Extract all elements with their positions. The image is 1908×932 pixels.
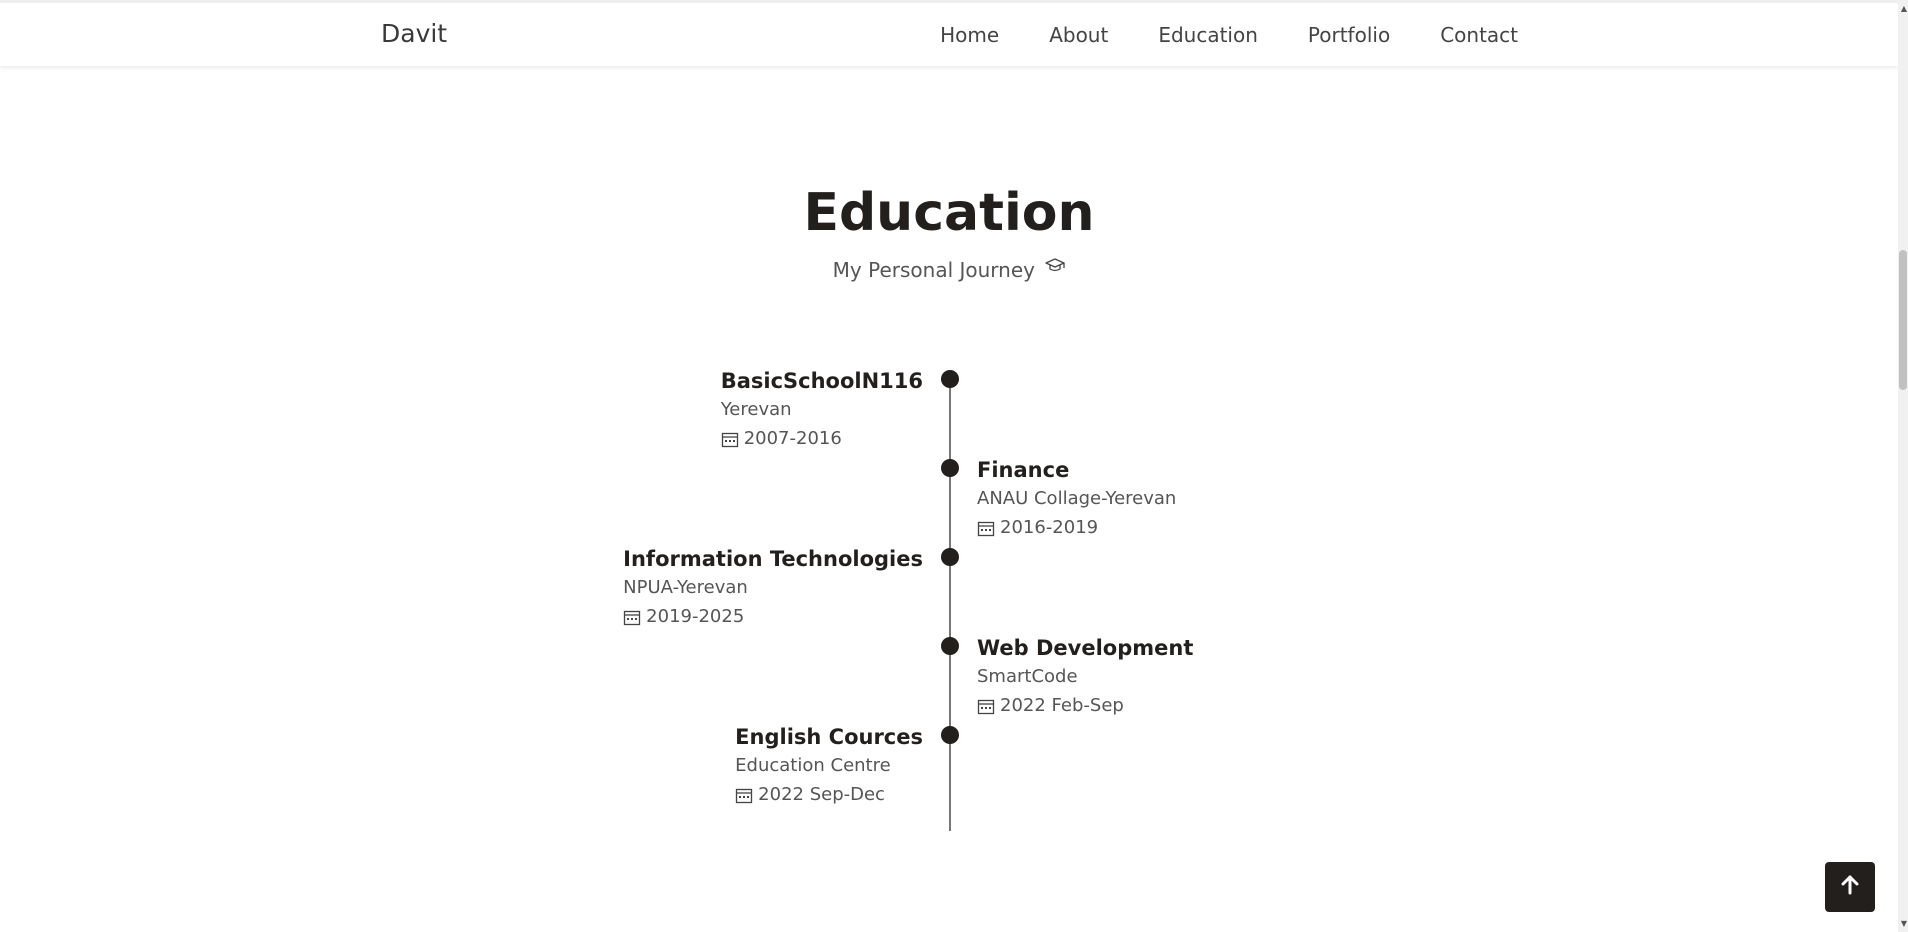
scroll-up-arrow-icon[interactable]: ▲ [1901,4,1907,13]
entry-date-text: 2007-2016 [743,428,842,449]
nav-link-education[interactable]: Education [1158,23,1258,47]
calendar-icon [977,697,995,715]
section-subtitle: My Personal Journey [0,256,1898,284]
entry-date: 2019-2025 [623,603,923,631]
nav-link-portfolio[interactable]: Portfolio [1308,23,1390,47]
timeline-line [949,379,951,831]
navbar: Davit Home About Education Portfolio Con… [0,0,1898,66]
entry-title: BasicSchoolN116 [720,369,923,393]
entry-org: SmartCode [977,666,1078,687]
arrow-up-icon [1838,873,1862,901]
timeline-dot [941,548,959,566]
entry-title: English Cources [735,725,923,749]
section-title: Education [803,183,1095,243]
scrollbar[interactable]: ▲ ▼ [1898,0,1908,932]
timeline-entry-english-courses: English Cources Education Centre 2022 Se… [735,723,923,809]
entry-title: Information Technologies [623,547,923,571]
entry-date-text: 2016-2019 [1000,517,1099,538]
entry-date: 2007-2016 [721,425,923,453]
timeline-entry-finance: Finance ANAU Collage-Yerevan 2016-2019 [977,456,1176,542]
entry-org: Yerevan [720,399,792,420]
calendar-icon [735,786,753,804]
scroll-to-top-button[interactable] [1825,862,1875,912]
section-subtitle-text: My Personal Journey [832,258,1035,282]
graduation-cap-icon [1045,256,1065,280]
calendar-icon [977,519,995,537]
brand-logo-link[interactable]: Davit [381,19,447,48]
page: Davit Home About Education Portfolio Con… [0,0,1908,932]
timeline-dot [941,459,959,477]
timeline-entry-basic-school: BasicSchoolN116 Yerevan 2007-2016 [721,367,923,453]
entry-date: 2022 Sep-Dec [735,781,923,809]
timeline-entry-information-technologies: Information Technologies NPUA-Yerevan 20… [623,545,923,631]
timeline-dot [941,370,959,388]
timeline-dot [941,637,959,655]
scrollbar-thumb[interactable] [1899,250,1907,390]
entry-date: 2022 Feb-Sep [977,692,1193,720]
timeline-entry-web-development: Web Development SmartCode 2022 Feb-Sep [977,634,1193,720]
calendar-icon [623,608,641,626]
scroll-down-arrow-icon[interactable]: ▼ [1901,919,1907,928]
entry-title: Finance [977,458,1070,482]
entry-date-text: 2022 Sep-Dec [758,784,885,805]
nav-link-contact[interactable]: Contact [1440,23,1518,47]
entry-org: NPUA-Yerevan [623,577,748,598]
nav-link-home[interactable]: Home [940,23,999,47]
nav-link-about[interactable]: About [1049,23,1108,47]
entry-title: Web Development [977,636,1194,660]
entry-date-text: 2019-2025 [646,606,745,627]
entry-org: ANAU Collage-Yerevan [977,488,1177,509]
entry-date: 2016-2019 [977,514,1176,542]
entry-date-text: 2022 Feb-Sep [1000,695,1124,716]
entry-org: Education Centre [735,755,891,776]
nav-links: Home About Education Portfolio Contact [940,23,1518,47]
timeline-dot [941,726,959,744]
calendar-icon [721,430,739,448]
